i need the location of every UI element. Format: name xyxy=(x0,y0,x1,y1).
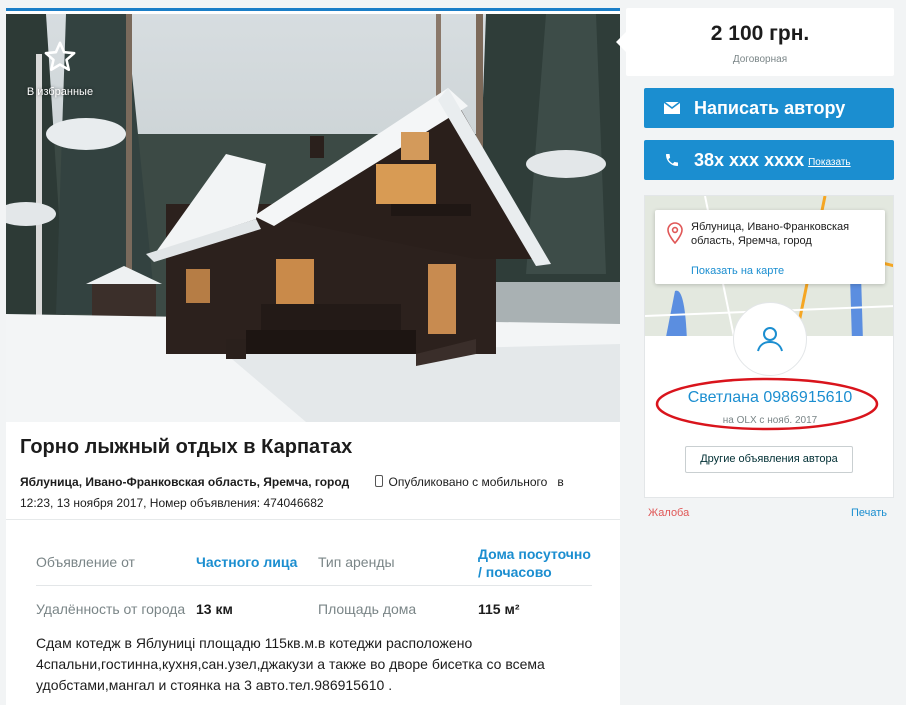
star-icon xyxy=(44,41,76,72)
divider xyxy=(6,519,620,520)
param-label: Удалённость от города xyxy=(36,601,186,617)
price-box: 2 100 грн. Договорная xyxy=(616,8,894,76)
other-ads-button[interactable]: Другие объявления автора xyxy=(685,446,853,473)
favorites-label: В избранные xyxy=(26,86,94,98)
address-popup: Яблуница, Ивано-Франковская область, Яре… xyxy=(655,210,885,284)
seller-card: Яблуница, Ивано-Франковская область, Яре… xyxy=(644,195,894,498)
params-row: Объявление от Частного лица Тип аренды Д… xyxy=(36,539,592,585)
seller-name[interactable]: Светлана 0986915610 xyxy=(645,389,893,407)
published-info: 12:23, 13 ноября 2017, Номер объявления:… xyxy=(20,496,324,510)
published-mobile: Опубликовано с мобильного xyxy=(388,475,548,489)
envelope-icon xyxy=(664,102,680,114)
param-value: 13 км xyxy=(196,601,233,617)
listing-photo[interactable]: В избранные xyxy=(6,14,620,422)
seller-avatar xyxy=(733,302,807,376)
phone-icon xyxy=(666,154,678,166)
param-label: Площадь дома xyxy=(318,601,417,617)
mobile-phone-icon xyxy=(374,475,383,487)
price-note: Договорная xyxy=(732,54,788,65)
param-value: 115 м² xyxy=(478,601,520,617)
param-value-link[interactable]: Частного лица xyxy=(196,554,297,570)
listing-description: Сдам котедж в Яблуницi площадю 115кв.м.в… xyxy=(36,635,545,693)
show-on-map-link[interactable]: Показать на карте xyxy=(691,265,784,277)
user-icon xyxy=(757,327,783,352)
seller-since: на OLX с нояб. 2017 xyxy=(722,415,818,426)
param-label: Объявление от xyxy=(36,554,135,570)
params-row: Удалённость от города 13 км Площадь дома… xyxy=(36,585,592,631)
print-link[interactable]: Печать xyxy=(851,507,887,519)
location-pin-icon xyxy=(667,222,683,244)
phone-button[interactable]: 38x xxx xxxx Показать xyxy=(644,140,894,180)
listing-location[interactable]: Яблуница, Ивано-Франковская область, Яре… xyxy=(20,475,349,489)
write-author-button[interactable]: Написать автору xyxy=(644,88,894,128)
listing-params: Объявление от Частного лица Тип аренды Д… xyxy=(36,539,592,631)
listing-panel: В избранные Горно лыжный отдых в Карпата… xyxy=(6,8,620,705)
listing-meta: Яблуница, Ивано-Франковская область, Яре… xyxy=(20,472,600,514)
phone-number: 38x xxx xxxx xyxy=(694,149,805,170)
complaint-link[interactable]: Жалоба xyxy=(648,507,689,519)
listing-title: Горно лыжный отдых в Карпатах xyxy=(20,436,353,458)
show-phone-link[interactable]: Показать xyxy=(808,157,851,168)
param-label: Тип аренды xyxy=(318,554,395,570)
param-value-link[interactable]: Дома посуточно / почасово xyxy=(478,545,596,581)
published-prefix: в xyxy=(557,475,564,489)
add-to-favorites[interactable]: В избранные xyxy=(20,40,100,100)
write-author-label: Написать автору xyxy=(694,97,846,118)
seller-address: Яблуница, Ивано-Франковская область, Яре… xyxy=(691,221,850,247)
price-amount: 2 100 грн. xyxy=(710,22,810,45)
price-notch xyxy=(616,32,626,52)
